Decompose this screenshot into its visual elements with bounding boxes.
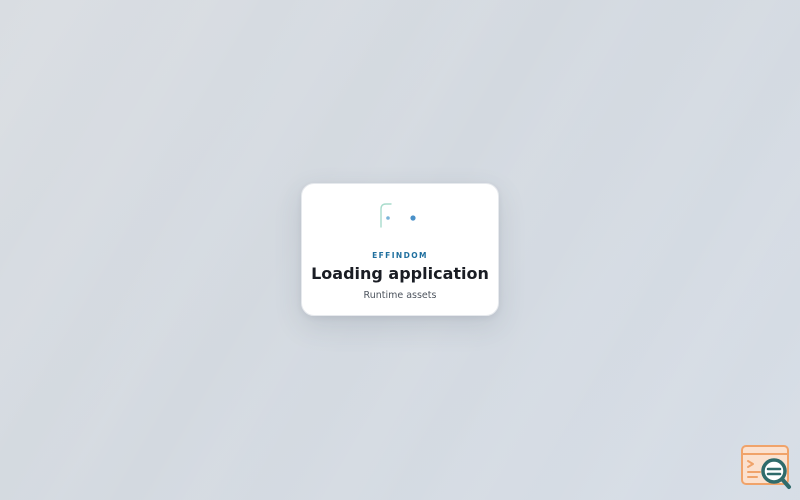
loading-subtitle: Runtime assets xyxy=(363,290,437,301)
loading-title: Loading application xyxy=(311,264,489,283)
loading-spinner-icon xyxy=(380,203,416,228)
brand-label: EFFINDOM xyxy=(372,251,428,260)
loading-card: EFFINDOM Loading application Runtime ass… xyxy=(301,183,499,316)
terminal-search-logo-icon xyxy=(741,445,791,489)
